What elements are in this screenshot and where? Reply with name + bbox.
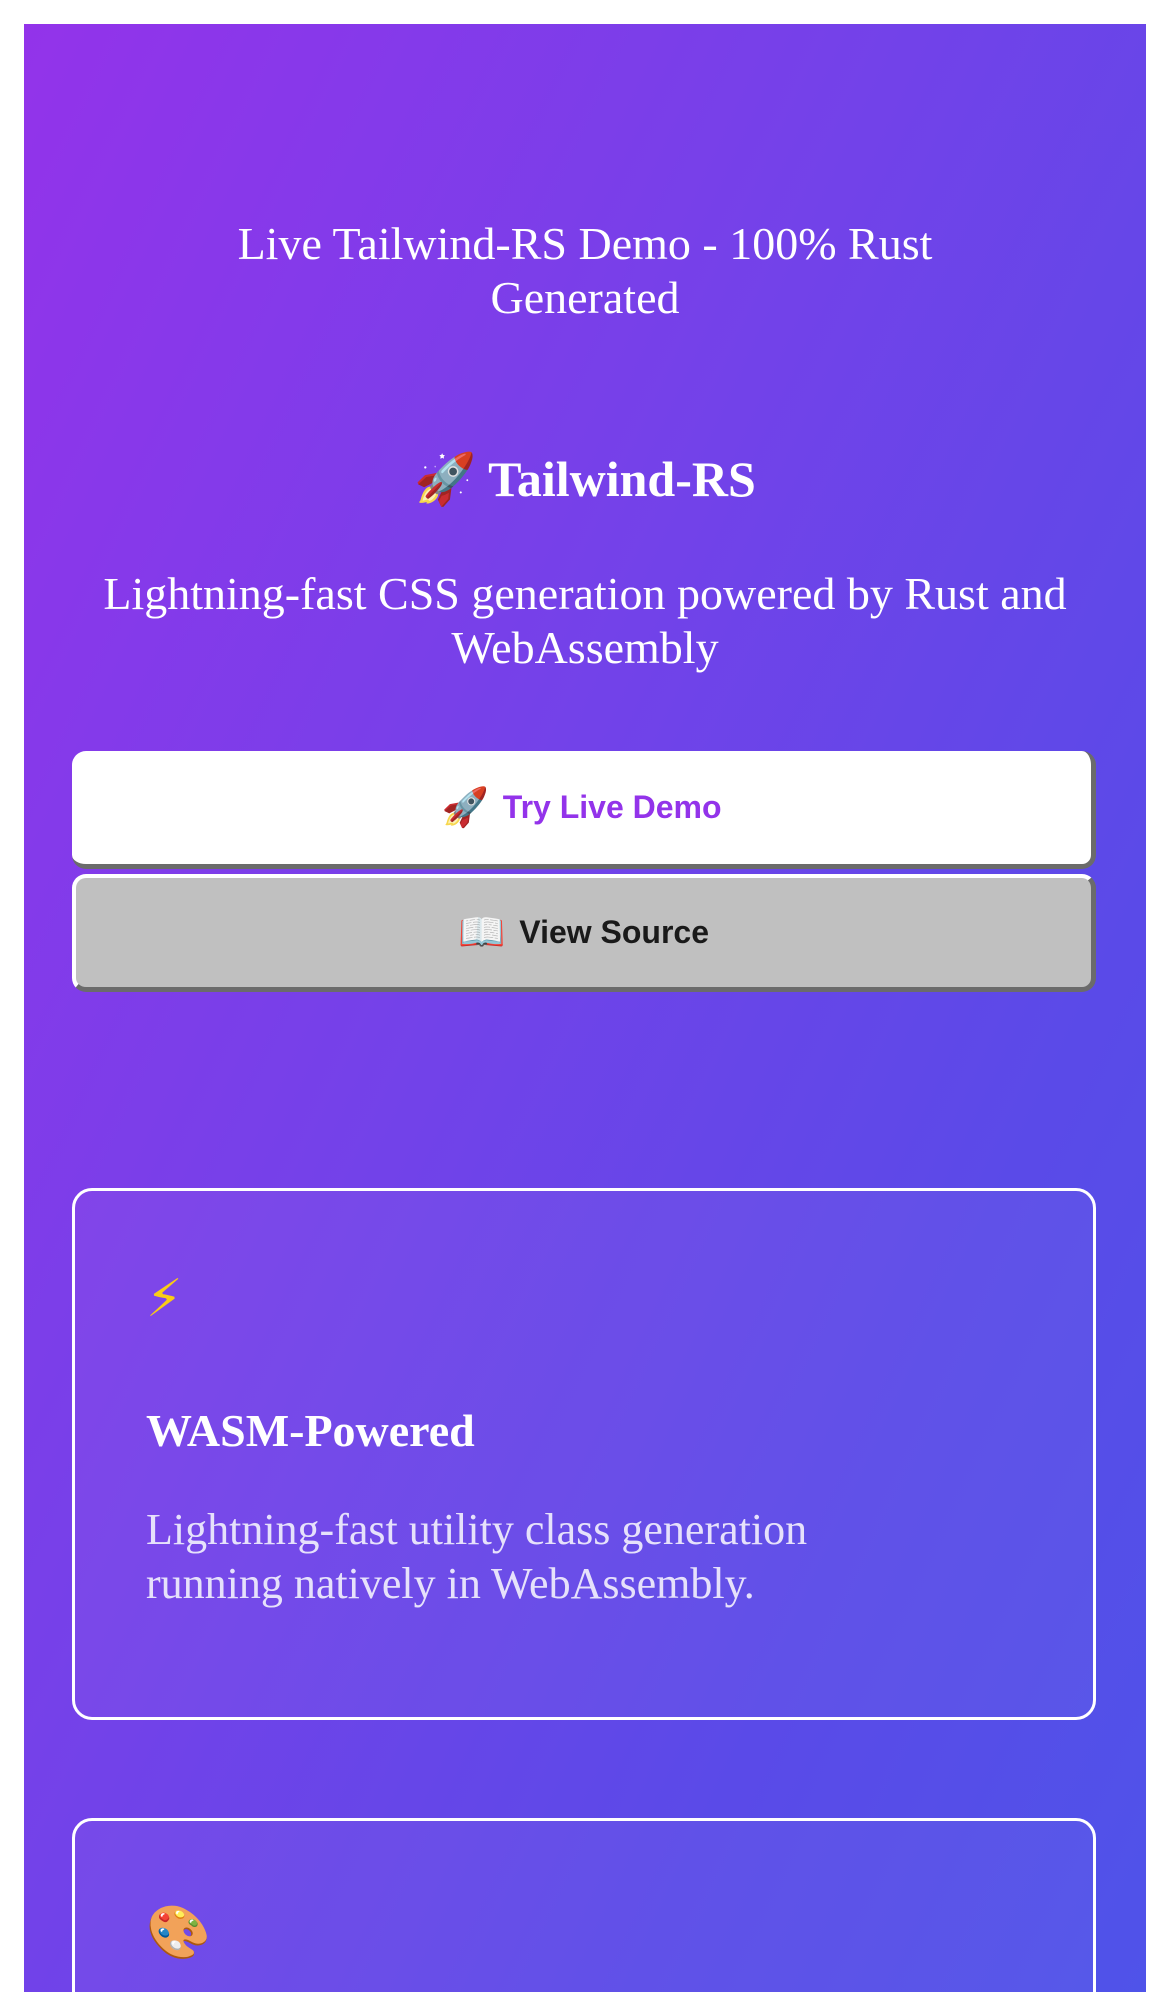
hero-title: 🚀 Tailwind-RS — [24, 449, 1146, 509]
hero-subtitle: Lightning-fast CSS generation powered by… — [103, 568, 1067, 673]
feature-description: Lightning-fast utility class generation … — [146, 1505, 808, 1608]
rocket-icon: 🚀 — [441, 785, 489, 829]
book-icon: 📖 — [457, 910, 506, 954]
rocket-icon: 🚀 — [414, 451, 477, 507]
view-source-label: View Source — [519, 914, 710, 950]
demo-page: Live Tailwind-RS Demo - 100% Rust Genera… — [24, 24, 1146, 1992]
feature-card-styling: 🎨 — [72, 1818, 1096, 1992]
page-title: Live Tailwind-RS Demo - 100% Rust Genera… — [237, 218, 933, 323]
view-source-button[interactable]: 📖 View Source — [72, 874, 1096, 992]
palette-icon: 🎨 — [146, 1903, 211, 1963]
try-live-demo-button[interactable]: 🚀 Try Live Demo — [72, 751, 1096, 869]
lightning-icon: ⚡ — [146, 1269, 183, 1329]
hero-title-text: Tailwind-RS — [488, 451, 756, 507]
try-live-demo-label: Try Live Demo — [502, 789, 722, 825]
feature-card-wasm: ⚡ WASM-Powered Lightning-fast utility cl… — [72, 1188, 1096, 1720]
feature-title: WASM-Powered — [146, 1405, 475, 1456]
